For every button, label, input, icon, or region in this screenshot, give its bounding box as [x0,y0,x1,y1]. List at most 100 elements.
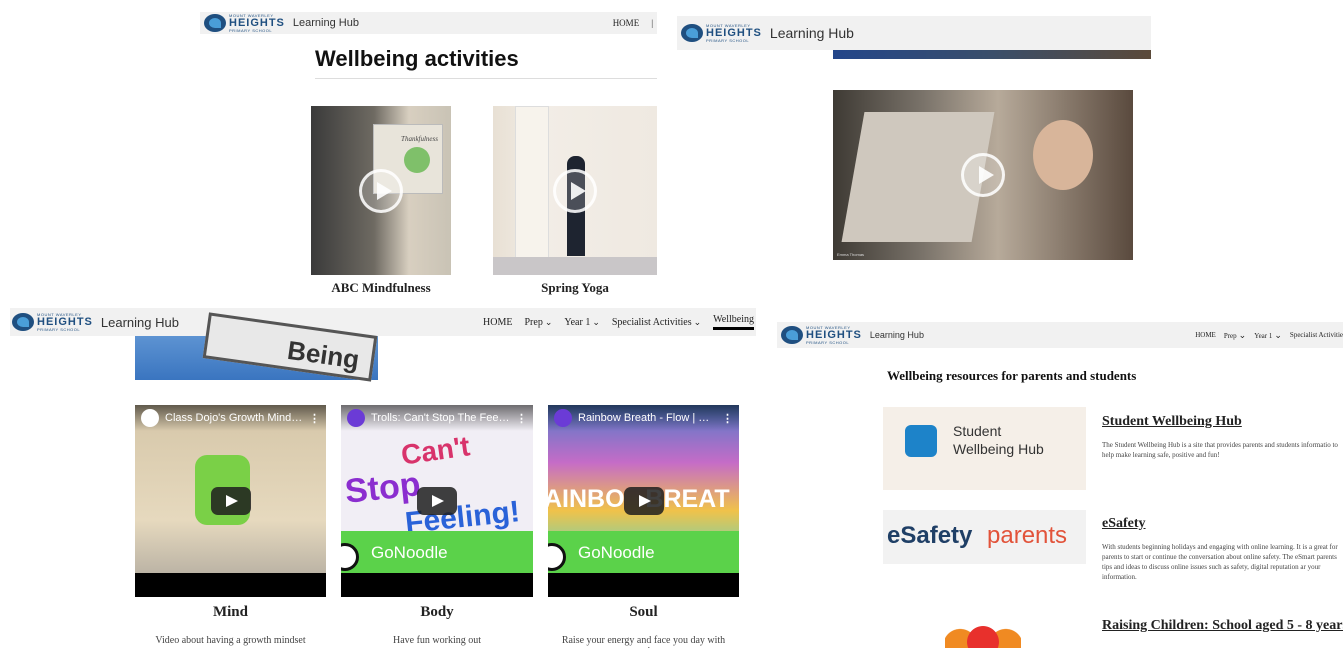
logo-big-text: HEIGHTS [229,16,285,29]
resource-title-student-wellbeing-hub[interactable]: Student Wellbeing Hub [1102,414,1242,430]
resource-logo-esafety[interactable]: eSafety parents [883,510,1086,564]
esafety-logo-a: eSafety [887,522,973,549]
more-options-icon[interactable]: ⋮ [722,412,733,425]
resource-title-esafety[interactable]: eSafety [1102,516,1146,532]
panel-mind-body-soul: MOUNT WAVERLEY HEIGHTS PRIMARY SCHOOL Le… [10,308,756,648]
nav-wellbeing[interactable]: Wellbeing [713,314,754,330]
nav-home[interactable]: HOME [613,18,640,28]
video-spring-yoga[interactable] [493,106,657,275]
video-body[interactable]: Can't Stop Feeling! Trolls: Can't Stop T… [341,405,533,597]
channel-avatar[interactable] [141,409,159,427]
page-title: Wellbeing activities [315,46,519,71]
book-text: Thankfulness [401,135,438,143]
logo-icon [12,313,34,331]
panel-wellbeing-resources: MOUNT WAVERLEY HEIGHTS PRIMARY SCHOOL Le… [777,322,1343,648]
video-bottom-bar [548,573,739,597]
play-icon[interactable] [553,168,597,213]
nav-prep[interactable]: Prep ⌄ [525,317,553,328]
school-logo[interactable]: MOUNT WAVERLEY HEIGHTS PRIMARY SCHOOL [681,23,762,43]
esafety-logo-b: parents [987,522,1068,549]
resource-logo-raising-children[interactable] [937,610,1027,648]
gonoodle-brand: GoNoodle [341,531,533,573]
chevron-down-icon: ⌄ [1274,329,1282,340]
play-icon[interactable] [417,487,457,515]
site-name[interactable]: Learning Hub [770,25,854,41]
nav-home[interactable]: HOME [483,317,512,328]
logo-big-text: HEIGHTS [806,328,862,341]
hub-logo-icon [905,425,937,457]
school-logo[interactable]: MOUNT WAVERLEY HEIGHTS PRIMARY SCHOOL [781,325,862,345]
play-icon[interactable] [210,487,251,515]
door [515,106,549,266]
video-desc-body: Have fun working out [392,635,482,646]
logo-big-text: HEIGHTS [706,26,762,39]
resource-logo-student-wellbeing-hub[interactable]: Student Wellbeing Hub [883,407,1086,490]
video-caption: ABC Mindfulness [331,280,431,295]
resource-desc-student-wellbeing-hub: The Student Wellbeing Hub is a site that… [1102,441,1338,460]
more-options-icon[interactable]: ⋮ [516,412,527,425]
prev-video-strip [833,50,1151,59]
wellbeing-banner: Being [135,312,378,382]
logo-icon [681,24,703,42]
more-options-icon[interactable]: ⋮ [309,412,320,425]
header-bar: MOUNT WAVERLEY HEIGHTS PRIMARY SCHOOL Le… [200,12,657,34]
yoga-mat [493,257,657,275]
logo-sub-text: PRIMARY SCHOOL [706,37,750,43]
page-title: Wellbeing resources for parents and stud… [887,368,1137,383]
logo-icon [204,14,226,32]
school-logo[interactable]: MOUNT WAVERLEY HEIGHTS PRIMARY SCHOOL [12,312,93,332]
resource-logo-text: Student Wellbeing Hub [953,423,1044,457]
channel-avatar[interactable] [347,409,365,427]
header-bar: MOUNT WAVERLEY HEIGHTS PRIMARY SCHOOL Le… [677,16,1151,50]
panel-video-story: MOUNT WAVERLEY HEIGHTS PRIMARY SCHOOL Le… [677,16,1151,286]
art-text-2: Stop [343,465,423,511]
channel-avatar[interactable] [554,409,572,427]
nav-divider: | [651,18,653,28]
nav-home[interactable]: HOME [1195,331,1216,339]
logo-big-text: HEIGHTS [37,315,93,328]
video-abc-mindfulness[interactable]: Thankfulness [311,106,451,275]
header-bar: MOUNT WAVERLEY HEIGHTS PRIMARY SCHOOL Le… [10,308,756,336]
video-soul[interactable]: AINBO BREAT Rainbow Breath - Flow | GoN.… [548,405,739,597]
nav-specialist-activities[interactable]: Specialist Activitie [1290,331,1343,339]
resource-desc-esafety: With students beginning holidays and eng… [1102,543,1338,582]
youtube-title[interactable]: Trolls: Can't Stop The Feeling... [371,412,510,424]
resource-title-raising-children[interactable]: Raising Children: School aged 5 - 8 year… [1102,618,1343,634]
video-mind[interactable]: Class Dojo's Growth Mindset ... ⋮ [135,405,326,597]
video-desc-mind: Video about having a growth mindset [155,635,306,646]
youtube-header: Rainbow Breath - Flow | GoN... ⋮ [548,405,739,431]
play-icon[interactable] [359,168,403,213]
header-bar: MOUNT WAVERLEY HEIGHTS PRIMARY SCHOOL Le… [777,322,1343,348]
video-caption-soul: Soul [629,604,658,620]
video-story-reading[interactable]: Emma Thomas [833,90,1133,260]
youtube-title[interactable]: Rainbow Breath - Flow | GoN... [578,412,716,424]
nav-prep[interactable]: Prep ⌄ [1224,330,1246,341]
banner-sign-text: Being [285,334,362,375]
video-caption-mind: Mind [212,604,248,620]
video-name-caption: Emma Thomas [837,252,865,257]
reader [1033,120,1093,190]
nav-specialist-activities[interactable]: Specialist Activities ⌄ [612,317,701,328]
panel-wellbeing-activities: MOUNT WAVERLEY HEIGHTS PRIMARY SCHOOL Le… [200,12,657,302]
youtube-header: Trolls: Can't Stop The Feeling... ⋮ [341,405,533,431]
play-icon[interactable] [961,153,1005,197]
video-bottom-bar [135,573,326,597]
book-tree [404,147,430,173]
site-name[interactable]: Learning Hub [293,17,359,29]
chevron-down-icon: ⌄ [544,316,553,327]
video-caption-body: Body [420,604,454,620]
chevron-down-icon: ⌄ [1238,329,1247,340]
site-name[interactable]: Learning Hub [870,330,924,340]
nav-year1[interactable]: Year 1 ⌄ [1254,330,1282,341]
video-caption: Spring Yoga [541,280,609,295]
logo-icon [781,326,803,344]
nav-year1[interactable]: Year 1 ⌄ [564,317,599,328]
school-logo[interactable]: MOUNT WAVERLEY HEIGHTS PRIMARY SCHOOL [204,13,285,33]
youtube-title[interactable]: Class Dojo's Growth Mindset ... [165,412,303,424]
logo-sub-text: PRIMARY SCHOOL [37,326,81,332]
flower-icon [945,618,1021,648]
site-name[interactable]: Learning Hub [101,315,179,330]
gonoodle-brand: GoNoodle [548,531,739,573]
play-icon[interactable] [623,487,664,515]
title-rule [315,78,657,79]
